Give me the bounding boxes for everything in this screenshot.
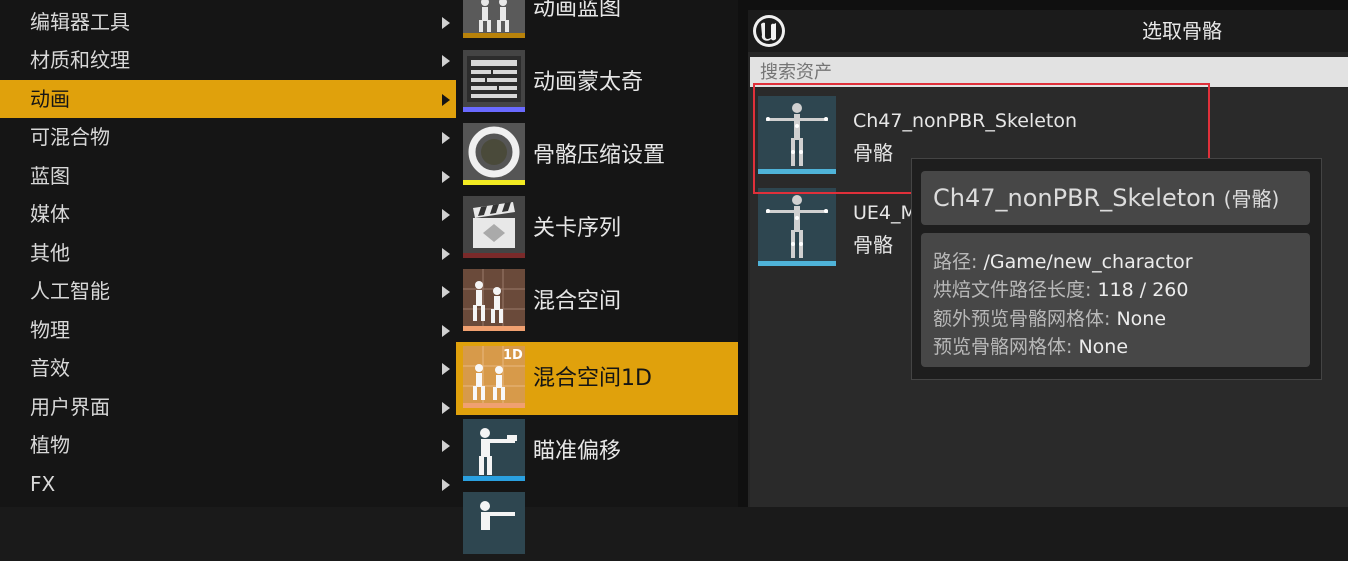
asset-type-label: 瞄准偏移 bbox=[533, 439, 622, 464]
asset-type: 骨骼 bbox=[853, 233, 893, 257]
category-label: 物理 bbox=[30, 318, 70, 342]
category-item-animation[interactable]: 动画 bbox=[0, 80, 456, 118]
category-label: 动画 bbox=[30, 87, 70, 111]
tooltip-value: None bbox=[1116, 308, 1167, 330]
asset-type-animation-blueprint[interactable]: 动画蓝图 bbox=[456, 0, 738, 45]
asset-type-aim-offset-1d[interactable] bbox=[456, 488, 738, 561]
chevron-right-icon bbox=[442, 209, 450, 221]
skeleton-thumbnail-icon bbox=[758, 188, 836, 266]
asset-type-label: 动画蒙太奇 bbox=[533, 70, 644, 95]
chevron-right-icon bbox=[442, 402, 450, 414]
aim-offset-1d-icon bbox=[463, 492, 525, 554]
asset-type-menu: 动画蓝图 动画蒙太奇 骨骼压缩设置 关卡序列 混合空间 1D 混合空间1D 瞄准… bbox=[456, 0, 738, 554]
tooltip-row-cook-path-length: 烘焙文件路径长度: 118 / 260 bbox=[933, 275, 1188, 302]
category-menu: 编辑器工具 材质和纹理 动画 可混合物 蓝图 媒体 其他 人工智能 物理 音效 … bbox=[0, 0, 456, 507]
chevron-right-icon bbox=[442, 248, 450, 260]
asset-type-blend-space-1d[interactable]: 1D 混合空间1D bbox=[456, 342, 738, 415]
chevron-right-icon bbox=[442, 132, 450, 144]
asset-name: UE4_M bbox=[853, 202, 911, 224]
category-item-physics[interactable]: 物理 bbox=[0, 311, 456, 349]
category-label: 用户界面 bbox=[30, 395, 110, 419]
category-label: 蓝图 bbox=[30, 164, 70, 188]
picker-title-bar[interactable] bbox=[748, 10, 1348, 52]
category-label: 人工智能 bbox=[30, 279, 110, 303]
category-label: 其他 bbox=[30, 241, 70, 265]
category-item-fx[interactable]: FX bbox=[0, 465, 456, 503]
category-item-editor-tools[interactable]: 编辑器工具 bbox=[0, 3, 456, 41]
chevron-right-icon bbox=[442, 479, 450, 491]
asset-row-ue4-skeleton[interactable]: UE4_M 骨骼 bbox=[750, 188, 911, 280]
animation-blueprint-icon bbox=[463, 0, 525, 38]
tooltip-row-path: 路径: /Game/new_charactor bbox=[933, 247, 1193, 274]
category-label: 媒体 bbox=[30, 202, 70, 226]
animation-montage-icon bbox=[463, 50, 525, 112]
chevron-right-icon bbox=[442, 94, 450, 106]
chevron-right-icon bbox=[442, 171, 450, 183]
tooltip-type-text: (骨骼) bbox=[1223, 187, 1280, 211]
blend-space-icon bbox=[463, 269, 525, 331]
chevron-right-icon bbox=[442, 440, 450, 452]
category-item-blueprints[interactable]: 蓝图 bbox=[0, 157, 456, 195]
asset-type-bone-compression[interactable]: 骨骼压缩设置 bbox=[456, 119, 738, 192]
blend-space-1d-icon: 1D bbox=[463, 346, 525, 408]
picker-title: 选取骨骼 bbox=[1142, 19, 1222, 43]
level-sequence-icon bbox=[463, 196, 525, 258]
chevron-right-icon bbox=[442, 286, 450, 298]
chevron-right-icon bbox=[442, 363, 450, 375]
tooltip-key: 烘焙文件路径长度: bbox=[933, 279, 1092, 301]
chevron-right-icon bbox=[442, 17, 450, 29]
asset-type-aim-offset[interactable]: 瞄准偏移 bbox=[456, 415, 738, 488]
tooltip-key: 路径: bbox=[933, 251, 978, 273]
category-label: 材质和纹理 bbox=[30, 48, 130, 72]
tooltip-key: 预览骨骼网格体: bbox=[933, 336, 1073, 358]
asset-type-label: 混合空间 bbox=[533, 289, 622, 314]
category-item-foliage[interactable]: 植物 bbox=[0, 426, 456, 464]
category-item-ai[interactable]: 人工智能 bbox=[0, 272, 456, 310]
tooltip-name-text: Ch47_nonPBR_Skeleton bbox=[933, 184, 1217, 212]
asset-type-animation-montage[interactable]: 动画蒙太奇 bbox=[456, 46, 738, 119]
category-label: 音效 bbox=[30, 356, 70, 380]
tooltip-key: 额外预览骨骼网格体: bbox=[933, 308, 1111, 330]
category-item-ui[interactable]: 用户界面 bbox=[0, 388, 456, 426]
chevron-right-icon bbox=[442, 55, 450, 67]
tooltip-row-additional-preview-mesh: 额外预览骨骼网格体: None bbox=[933, 304, 1166, 331]
category-label: FX bbox=[30, 472, 56, 496]
category-label: 植物 bbox=[30, 433, 70, 457]
tooltip-value: 118 / 260 bbox=[1097, 279, 1189, 301]
tooltip-value: /Game/new_charactor bbox=[983, 251, 1193, 273]
asset-type-level-sequence[interactable]: 关卡序列 bbox=[456, 192, 738, 265]
category-label: 编辑器工具 bbox=[30, 10, 130, 34]
asset-type-label: 关卡序列 bbox=[533, 216, 622, 241]
tooltip-asset-name: Ch47_nonPBR_Skeleton (骨骼) bbox=[933, 183, 1279, 212]
bone-compression-icon bbox=[463, 123, 525, 185]
asset-type-label: 混合空间1D bbox=[533, 366, 652, 391]
unreal-logo-icon bbox=[752, 14, 786, 48]
asset-type-label: 骨骼压缩设置 bbox=[533, 143, 666, 168]
chevron-right-icon bbox=[442, 325, 450, 337]
category-label: 可混合物 bbox=[30, 125, 110, 149]
asset-type-blend-space[interactable]: 混合空间 bbox=[456, 265, 738, 338]
category-item-materials[interactable]: 材质和纹理 bbox=[0, 41, 456, 79]
badge-1d: 1D bbox=[503, 348, 523, 363]
asset-type-label: 动画蓝图 bbox=[533, 0, 622, 21]
category-item-sounds[interactable]: 音效 bbox=[0, 349, 456, 387]
category-item-misc[interactable]: 其他 bbox=[0, 234, 456, 272]
tooltip-row-preview-mesh: 预览骨骼网格体: None bbox=[933, 332, 1128, 359]
category-item-blendables[interactable]: 可混合物 bbox=[0, 118, 456, 156]
tooltip-value: None bbox=[1078, 336, 1129, 358]
aim-offset-icon bbox=[463, 419, 525, 481]
category-item-media[interactable]: 媒体 bbox=[0, 195, 456, 233]
